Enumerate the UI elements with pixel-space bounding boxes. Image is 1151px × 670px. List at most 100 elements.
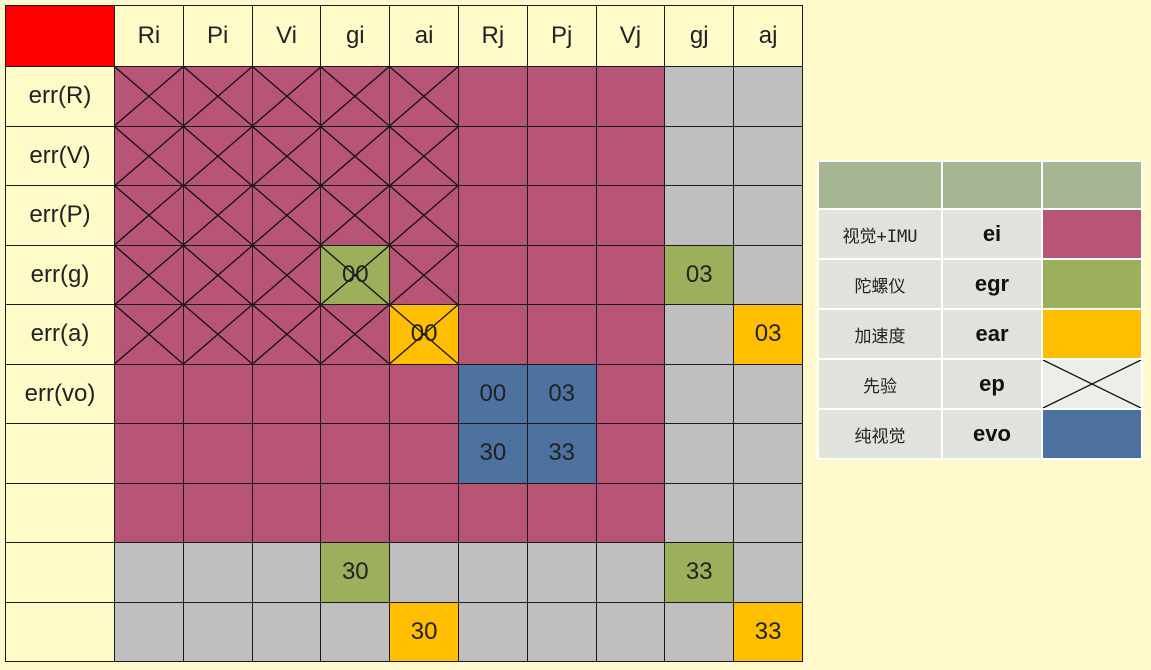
matrix-cell-ei	[526, 482, 597, 543]
matrix-cell-ei	[251, 482, 322, 543]
row-header: err(V)	[5, 125, 115, 186]
column-header: Vi	[251, 5, 322, 67]
matrix-cell-ei	[389, 363, 459, 424]
matrix-cell-empty	[664, 125, 735, 186]
matrix-cell-empty	[733, 66, 803, 127]
matrix-cell-ei	[595, 482, 666, 543]
matrix-cell-ear: 30	[389, 601, 459, 662]
matrix-cell-empty	[526, 542, 597, 603]
legend-row-ep: 先验 ep	[819, 360, 1141, 408]
matrix-cell-ei	[251, 244, 322, 305]
matrix-cell-empty	[114, 542, 184, 603]
matrix-cell-empty	[595, 601, 666, 662]
column-header: ai	[389, 5, 459, 67]
column-header: aj	[733, 5, 803, 67]
matrix-row	[5, 482, 803, 543]
prior-cross-mark	[115, 246, 183, 305]
legend-name: 纯视觉	[819, 410, 941, 458]
matrix-cell-ei	[182, 423, 253, 484]
matrix-cell-ei	[595, 244, 666, 305]
matrix-cell-ei	[251, 304, 322, 365]
matrix-cell-ei	[457, 304, 528, 365]
legend-swatch-egr	[1043, 260, 1141, 308]
matrix-cell-ei	[114, 244, 184, 305]
prior-cross-mark	[253, 186, 321, 245]
matrix-cell-ei	[182, 244, 253, 305]
matrix-cell-evo: 00	[457, 363, 528, 424]
row-header	[5, 423, 115, 484]
matrix-cell-ei	[320, 363, 391, 424]
legend-name: 先验	[819, 360, 941, 408]
matrix-cell-ei	[114, 363, 184, 424]
matrix-cell-ei	[320, 423, 391, 484]
matrix-cell-empty	[733, 482, 803, 543]
prior-cross-mark	[115, 67, 183, 126]
legend-code: ear	[943, 310, 1041, 358]
matrix-cell-ei	[526, 304, 597, 365]
matrix-cell-empty	[664, 66, 735, 127]
matrix-cell-empty	[182, 601, 253, 662]
prior-cross-mark	[115, 305, 183, 364]
matrix-cell-ear: 03	[733, 304, 803, 365]
matrix-cell-ei	[251, 66, 322, 127]
legend-code: ei	[943, 210, 1041, 258]
block-index-label: 00	[410, 320, 438, 348]
matrix-cell-ei	[320, 482, 391, 543]
prior-cross-mark	[390, 127, 458, 186]
legend-code: ep	[943, 360, 1041, 408]
matrix-cell-ei	[457, 66, 528, 127]
legend-table: 视觉+IMU ei 陀螺仪 egr 加速度 ear 先验 ep 纯视觉 evo	[817, 160, 1143, 460]
matrix-cell-ei	[457, 185, 528, 246]
matrix-cell-ei	[114, 423, 184, 484]
matrix-cell-empty	[251, 601, 322, 662]
column-header: Rj	[457, 5, 528, 67]
block-index-label: 03	[685, 260, 713, 288]
matrix-cell-empty	[664, 601, 735, 662]
matrix-cell-ei	[114, 66, 184, 127]
block-index-label: 33	[754, 617, 782, 645]
matrix-cell-ei	[595, 66, 666, 127]
legend-code: egr	[943, 260, 1041, 308]
block-index-label: 30	[479, 439, 507, 467]
legend-row-egr: 陀螺仪 egr	[819, 260, 1141, 308]
column-header: gi	[320, 5, 391, 67]
matrix-cell-ear: 33	[733, 601, 803, 662]
matrix-row: 30 33	[5, 542, 803, 603]
matrix-cell-empty	[664, 423, 735, 484]
matrix-cell-empty	[733, 185, 803, 246]
prior-cross-mark	[115, 186, 183, 245]
prior-cross-mark	[321, 305, 389, 364]
column-header: Vj	[595, 5, 666, 67]
legend-swatch-evo	[1043, 410, 1141, 458]
matrix-cell-empty	[664, 363, 735, 424]
matrix-row: err(P)	[5, 185, 803, 246]
matrix-cell-ei	[320, 185, 391, 246]
row-header: err(vo)	[5, 363, 115, 424]
matrix-cell-empty	[664, 185, 735, 246]
matrix-row: err(vo) 00 03	[5, 363, 803, 424]
matrix-row: 30 33	[5, 423, 803, 484]
block-index-label: 30	[410, 617, 438, 645]
matrix-cell-egr: 30	[320, 542, 391, 603]
legend-name: 加速度	[819, 310, 941, 358]
matrix-cell-empty	[457, 601, 528, 662]
legend-swatch-ear	[1043, 310, 1141, 358]
matrix-cell-ei	[389, 66, 459, 127]
matrix-row: err(R)	[5, 66, 803, 127]
matrix-row: err(V)	[5, 125, 803, 186]
matrix-cell-ear: 00	[389, 304, 459, 365]
prior-cross-mark	[390, 186, 458, 245]
prior-cross-mark	[115, 127, 183, 186]
matrix-row: err(a) 00 03	[5, 304, 803, 365]
prior-cross-mark	[321, 127, 389, 186]
matrix-cell-empty	[182, 542, 253, 603]
prior-cross-mark	[184, 305, 252, 364]
legend-row-ear: 加速度 ear	[819, 310, 1141, 358]
matrix-cell-empty	[733, 423, 803, 484]
prior-cross-mark	[184, 127, 252, 186]
legend-code: evo	[943, 410, 1041, 458]
legend-header-cell	[943, 162, 1041, 208]
block-index-label: 33	[548, 439, 576, 467]
row-header: err(g)	[5, 244, 115, 305]
matrix-row: err(g) 00 03	[5, 244, 803, 305]
